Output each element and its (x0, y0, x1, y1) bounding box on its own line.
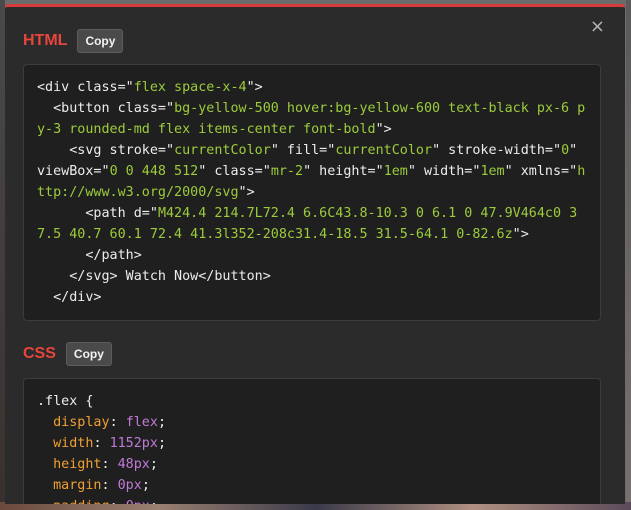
close-icon[interactable]: × (590, 18, 605, 36)
css-section-title: CSS (23, 345, 56, 362)
copy-css-button[interactable]: Copy (65, 342, 112, 366)
css-selector: .flex { (37, 394, 94, 409)
html-code-line: <button class="bg-yellow-500 hover:bg-ye… (37, 98, 587, 140)
code-token: "> (238, 185, 255, 200)
code-token: <svg stroke=" (37, 143, 175, 158)
html-code-line: </svg> Watch Now</button> (37, 266, 587, 287)
html-code-line: <path d="M424.4 214.7L72.4 6.6C43.8-10.3… (37, 203, 587, 245)
html-code-line: </path> (37, 245, 587, 266)
css-value: flex (125, 415, 158, 430)
css-property: width (53, 436, 94, 451)
css-declaration: width: 1152px; (53, 436, 166, 451)
html-code-block[interactable]: <div class="flex space-x-4"> <button cla… (23, 64, 601, 321)
code-export-modal: × HTML Copy <div class="flex space-x-4">… (5, 4, 625, 504)
css-code-block[interactable]: .flex { display: flex; width: 1152px; he… (23, 378, 601, 504)
code-string-token: currentColor (174, 143, 271, 158)
code-token: <button class=" (37, 101, 175, 116)
html-code-line: <svg stroke="currentColor" fill="current… (37, 140, 587, 203)
css-property: margin (53, 478, 102, 493)
css-property: display (53, 415, 110, 430)
css-value: 0px (117, 478, 142, 493)
html-section-title: HTML (23, 32, 68, 49)
code-string-token: mr-2 (270, 164, 304, 179)
code-string-token: flex space-x-4 (133, 80, 247, 95)
code-token: " stroke-width=" (432, 143, 562, 158)
css-value: 1152px (109, 436, 158, 451)
code-token: </path> (37, 248, 142, 263)
css-declaration: height: 48px; (53, 457, 158, 472)
code-token: <path d=" (37, 206, 158, 221)
code-token: </div> (37, 290, 102, 305)
code-string-token: 0 (561, 143, 570, 158)
backdrop-right (626, 0, 631, 510)
code-string-token: 1em (480, 164, 505, 179)
code-token: </svg> Watch Now</button> (37, 269, 271, 284)
css-declaration: display: flex; (53, 415, 166, 430)
code-string-token: 0 0 448 512 (109, 164, 199, 179)
copy-html-button[interactable]: Copy (77, 29, 124, 53)
code-token: "> (512, 227, 529, 242)
code-token: " fill=" (270, 143, 336, 158)
css-value: 48px (117, 457, 150, 472)
code-token: <div class=" (37, 80, 134, 95)
css-property: padding (53, 499, 109, 504)
code-string-token: currentColor (335, 143, 433, 158)
code-token: " width=" (407, 164, 481, 179)
css-value: 0px (126, 499, 150, 504)
code-token: "> (246, 80, 263, 95)
css-section-header: CSS Copy (23, 340, 112, 368)
html-code-line: </div> (37, 287, 587, 308)
code-token: " class=" (198, 164, 271, 179)
code-string-token: 1em (383, 164, 408, 179)
code-token: " height=" (303, 164, 384, 179)
css-property: height (53, 457, 102, 472)
html-code-line: <div class="flex space-x-4"> (37, 77, 587, 98)
code-token: "> (375, 122, 392, 137)
css-declaration: margin: 0px; (53, 478, 150, 493)
html-section-header: HTML Copy (23, 27, 124, 55)
css-declaration: padding: 0px; (37, 496, 587, 504)
code-token: " xmlns=" (504, 164, 578, 179)
